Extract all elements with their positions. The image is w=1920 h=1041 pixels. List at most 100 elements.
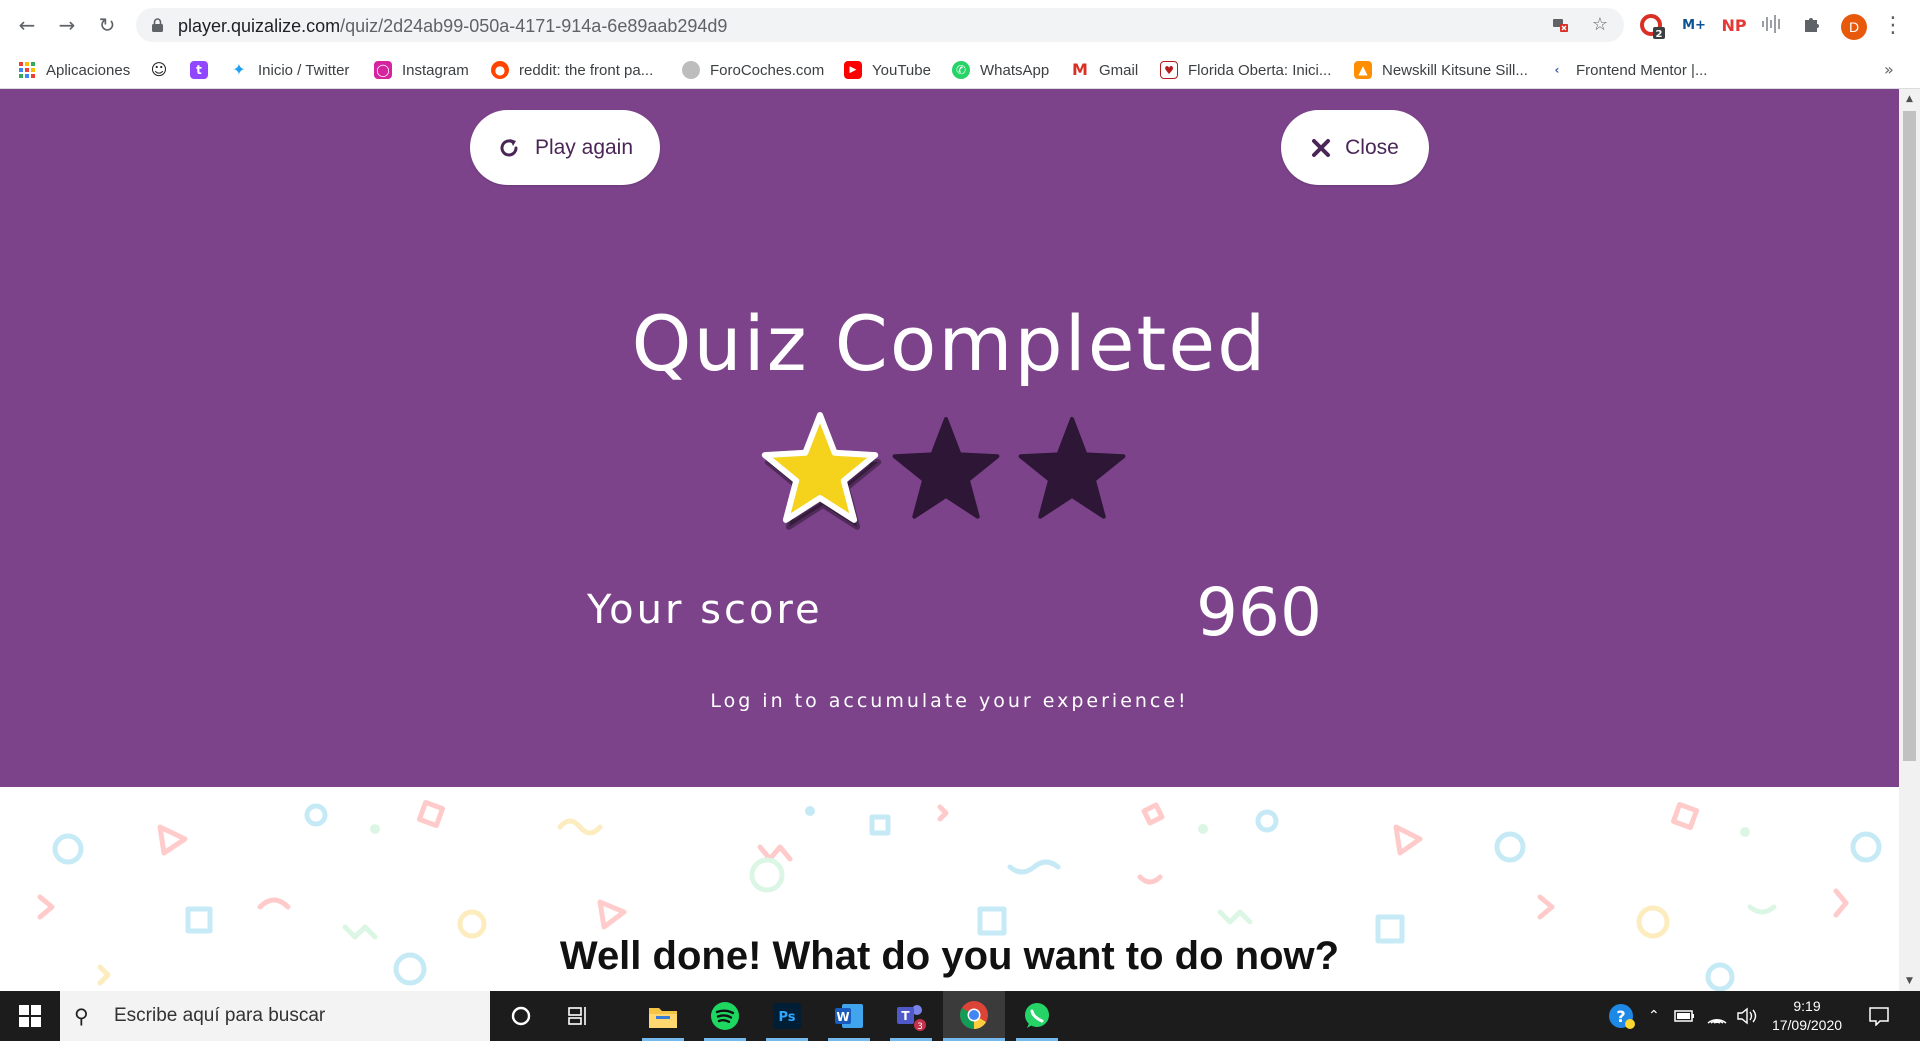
help-icon: ? (1609, 1004, 1635, 1029)
score-value: 960 (1196, 574, 1322, 651)
audio-wave-icon[interactable] (1760, 14, 1784, 38)
next-step-heading: Well done! What do you want to do now? (559, 934, 1340, 978)
play-again-button[interactable]: Play again (470, 110, 660, 185)
wifi-icon[interactable] (1706, 991, 1728, 1041)
bookmark-label: Aplicaciones (46, 61, 131, 79)
taskbar-chrome[interactable] (943, 991, 1005, 1041)
lock-icon (152, 18, 163, 32)
bookmark-label: Inicio / Twitter (258, 61, 350, 79)
taskbar-photoshop[interactable]: Ps (756, 991, 818, 1041)
reload-icon[interactable]: ↻ (94, 12, 120, 38)
twitter-icon: ✦ (232, 60, 246, 79)
score-label: Your score (587, 587, 823, 633)
bookmark-reddit[interactable]: ● reddit: the front pa... (491, 58, 653, 82)
chrome-icon (960, 1000, 988, 1029)
bookmark-twitch[interactable]: t (190, 58, 218, 82)
windows-start-button[interactable] (0, 991, 60, 1041)
bookmark-label: Gmail (1099, 61, 1139, 79)
star-bookmark-icon[interactable]: ☆ (1590, 15, 1610, 35)
taskbar-search-box[interactable]: ⚲ Escribe aquí para buscar (60, 991, 490, 1041)
reddit-icon: ● (491, 61, 509, 79)
bookmark-label: ForoCoches.com (710, 61, 825, 79)
extension-m-icon[interactable]: M+ (1680, 14, 1708, 38)
puzzle-extensions-icon[interactable] (1800, 14, 1824, 38)
url-text: player.quizalize.com/quiz/2d24ab99-050a-… (178, 16, 727, 37)
clock-time: 9:19 (1793, 998, 1821, 1014)
more-vert-icon[interactable]: ⋮ (1882, 12, 1904, 40)
windows-taskbar: ⚲ Escribe aquí para buscar Ps W T3 ? ⌃ 9… (0, 991, 1920, 1041)
bookmark-label: Frontend Mentor |... (1576, 61, 1708, 79)
gmail-icon: M (1072, 60, 1088, 79)
battery-icon[interactable] (1674, 991, 1696, 1041)
florida-icon: ♥ (1160, 61, 1178, 79)
taskbar-teams[interactable]: T3 (880, 991, 942, 1041)
taskbar-task-view[interactable] (548, 991, 610, 1041)
taskbar-whatsapp[interactable] (1006, 991, 1068, 1041)
browser-toolbar: ← → ↻ player.quizalize.com/quiz/2d24ab99… (0, 0, 1920, 52)
teams-icon: T3 (897, 1005, 926, 1031)
scroll-thumb[interactable] (1903, 111, 1916, 761)
teams-badge: 3 (917, 1022, 923, 1031)
windows-logo-icon (19, 1005, 41, 1027)
extension-c-icon[interactable]: 2 (1640, 14, 1666, 40)
star-empty-icon (892, 417, 1000, 519)
spotify-icon (711, 1002, 739, 1030)
svg-text:W: W (836, 1010, 849, 1024)
url-path: /quiz/2d24ab99-050a-4171-914a-6e89aab294… (340, 16, 728, 36)
volume-icon[interactable] (1736, 991, 1758, 1041)
bookmark-label: Newskill Kitsune Sill... (1382, 61, 1528, 79)
bookmark-label: Florida Oberta: Inici... (1188, 61, 1332, 79)
clock-date: 17/09/2020 (1771, 1017, 1843, 1033)
play-again-label: Play again (534, 135, 634, 159)
bookmark-aplicaciones[interactable]: Aplicaciones (18, 58, 130, 82)
taskbar-spotify[interactable] (694, 991, 756, 1041)
bookmark-florida[interactable]: ♥ Florida Oberta: Inici... (1160, 58, 1331, 82)
scroll-down-arrow-icon[interactable]: ▼ (1899, 973, 1920, 989)
frontend-mentor-icon: ‹ (1554, 63, 1560, 77)
newskill-icon: ▲ (1354, 61, 1372, 79)
bookmark-twitter[interactable]: ✦ Inicio / Twitter (230, 58, 349, 82)
extension-np-icon[interactable]: NP (1720, 14, 1748, 38)
bookmark-gmail[interactable]: M Gmail (1071, 58, 1138, 82)
bookmark-label: WhatsApp (980, 61, 1050, 79)
star-empty-icon (1018, 417, 1126, 519)
tray-overflow-chevron-icon[interactable]: ⌃ (1648, 991, 1660, 1041)
bookmark-newskill[interactable]: ▲ Newskill Kitsune Sill... (1354, 58, 1528, 82)
bookmark-label: reddit: the front pa... (519, 61, 654, 79)
bookmarks-overflow-icon[interactable]: » (1884, 60, 1894, 79)
smile-icon: ☺ (150, 60, 168, 79)
bookmarks-bar: Aplicaciones ☺ t ✦ Inicio / Twitter ◯ In… (0, 52, 1920, 89)
action-center-icon[interactable] (1868, 991, 1890, 1041)
close-button[interactable]: Close (1281, 110, 1429, 185)
bookmark-smile[interactable]: ☺ (150, 58, 178, 82)
search-icon: ⚲ (74, 1004, 89, 1028)
forward-arrow-icon[interactable]: → (54, 12, 80, 38)
apps-grid-icon (18, 61, 36, 79)
page-scrollbar[interactable]: ▲ ▼ (1899, 89, 1920, 991)
bookmark-forocoches[interactable]: ForoCoches.com (682, 58, 824, 82)
taskbar-clock[interactable]: 9:19 17/09/2020 (1762, 997, 1852, 1035)
cortana-icon (511, 1006, 531, 1026)
folder-icon (649, 1008, 677, 1028)
page-title: Quiz Completed (631, 299, 1268, 388)
help-tray-icon[interactable]: ? (1608, 991, 1636, 1041)
taskbar-file-explorer[interactable] (632, 991, 694, 1041)
profile-avatar[interactable]: D (1841, 14, 1867, 40)
bookmark-frontend-mentor[interactable]: ‹ Frontend Mentor |... (1548, 58, 1708, 82)
taskbar-cortana[interactable] (490, 991, 552, 1041)
scroll-up-arrow-icon[interactable]: ▲ (1899, 91, 1920, 107)
results-panel: Play again Close Quiz Completed Your sco… (0, 89, 1899, 787)
bookmark-whatsapp[interactable]: ✆ WhatsApp (952, 58, 1049, 82)
youtube-icon: ▶ (844, 61, 862, 79)
svg-text:Ps: Ps (778, 1010, 795, 1025)
bookmark-label: YouTube (872, 61, 931, 79)
address-bar[interactable]: player.quizalize.com/quiz/2d24ab99-050a-… (136, 8, 1624, 42)
bookmark-label: Instagram (402, 61, 469, 79)
twitch-icon: t (190, 61, 208, 79)
bookmark-instagram[interactable]: ◯ Instagram (374, 58, 469, 82)
star-rating (761, 412, 1126, 530)
back-arrow-icon[interactable]: ← (14, 12, 40, 38)
bookmark-youtube[interactable]: ▶ YouTube (844, 58, 931, 82)
camera-blocked-icon[interactable] (1550, 15, 1570, 35)
taskbar-word[interactable]: W (818, 991, 880, 1041)
